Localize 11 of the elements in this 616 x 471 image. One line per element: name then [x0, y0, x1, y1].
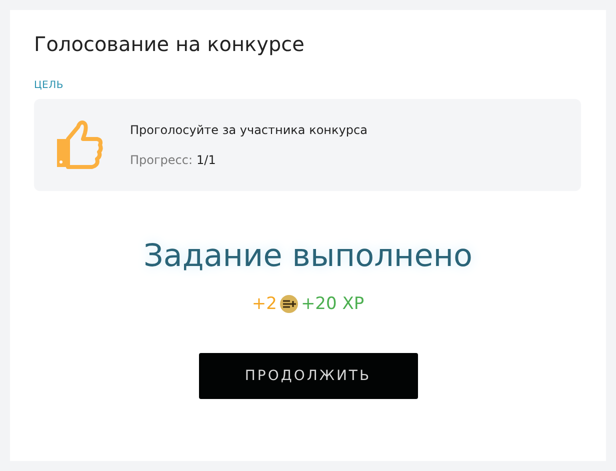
dialog-title: Голосование на конкурсе — [34, 31, 306, 58]
section-label: ЦЕЛЬ — [34, 79, 64, 93]
progress-label: Прогресс: — [130, 152, 193, 169]
coin-reward: +2 — [252, 292, 277, 316]
completion-heading: Задание выполнено — [143, 237, 472, 276]
xp-reward: +20 XP — [300, 292, 364, 316]
coin-icon — [280, 295, 298, 314]
task-text: Проголосуйте за участника конкурса — [130, 122, 368, 139]
continue-button[interactable]: ПРОДОЛЖИТЬ — [198, 353, 418, 399]
progress-value: 1/1 — [196, 152, 216, 169]
thumbs-up-icon — [54, 119, 104, 171]
